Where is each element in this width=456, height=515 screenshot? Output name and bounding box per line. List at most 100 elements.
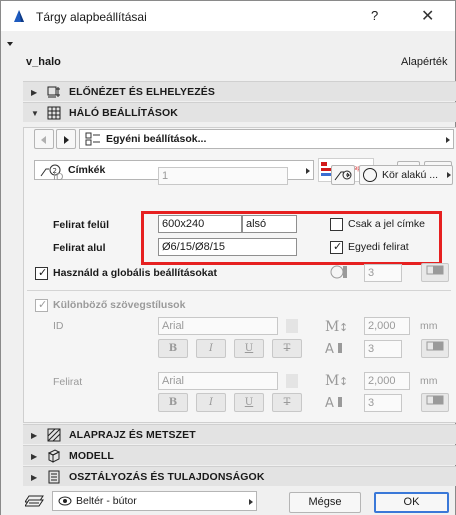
pin-icon[interactable] [7,42,13,46]
svg-text:M: M [325,373,339,388]
check-icon: ✓ [38,267,48,279]
leader-style-button[interactable] [331,165,355,185]
font-combo-label[interactable]: Arial [158,372,278,390]
section-net-label: HÁLÓ BEÁLLÍTÁSOK [69,107,178,119]
default-label: Alapérték [401,56,448,68]
bold-button[interactable]: B [158,339,188,358]
text-styles-checkbox[interactable]: ✓ [35,299,48,312]
expand-arrow-icon: ▶ [31,88,38,97]
labels-label: Címkék [68,164,106,176]
highlight-box [141,211,442,265]
background-button-id[interactable] [421,339,449,358]
preview-icon [47,86,60,98]
svg-text:↕: ↕ [339,375,348,388]
text-size-field-label[interactable]: 2,000 [364,372,410,390]
bold-button[interactable]: B [158,393,188,412]
right-arrow-icon [64,136,69,144]
font-combo-arrow[interactable] [286,374,298,388]
custom-settings-combo[interactable]: Egyéni beállítások... [79,129,454,149]
id-style-label: ID [53,320,64,332]
shape-combo[interactable]: Kör alakú ... [359,165,453,185]
text-pen-icon: A [325,396,342,410]
close-button[interactable]: ✕ [421,6,434,26]
section-classification-label: OSZTÁLYOZÁS ÉS TULAJDONSÁGOK [69,471,265,483]
section-classification[interactable]: ▶ OSZTÁLYOZÁS ÉS TULAJDONSÁGOK [23,466,456,486]
expand-arrow-icon: ▶ [31,473,38,482]
svg-text:A: A [325,342,334,356]
window-title: Tárgy alapbeállításai [36,10,147,24]
section-preview[interactable]: ▶ ELŐNÉZET ÉS ELHELYEZÉS [23,81,456,101]
font-combo-arrow[interactable] [286,319,298,333]
unit-label-id: mm [420,320,438,332]
text-size-icon: M ↕ [325,373,348,388]
shape-combo-label: Kör alakú ... [382,169,439,181]
settings-list-icon [85,132,100,146]
left-arrow-icon [41,136,46,144]
floor-plan-icon [47,428,61,442]
custom-settings-label: Egyéni beállítások... [106,133,207,145]
section-model[interactable]: ▶ MODELL [23,445,456,465]
strikethrough-button[interactable]: T [272,339,302,358]
text-pen-field-id[interactable]: 3 [364,340,402,358]
unit-label-label: mm [420,375,438,387]
text-size-field-id[interactable]: 2,000 [364,317,410,335]
pen-icon [330,265,347,279]
strikethrough-button[interactable]: T [272,393,302,412]
background-button-label[interactable] [421,393,449,412]
section-model-label: MODELL [69,450,114,462]
expand-arrow-icon: ▶ [31,452,38,461]
text-pen-field-label[interactable]: 3 [364,394,402,412]
bottom-label: Felirat alul [53,242,106,254]
help-button[interactable]: ? [371,8,378,23]
ok-button[interactable]: OK [374,492,449,513]
section-plan-label: ALAPRAJZ ÉS METSZET [69,429,196,441]
font-combo-id[interactable]: Arial [158,317,278,335]
expand-arrow-icon: ▶ [31,431,38,440]
leader-icon [334,170,352,181]
combo-arrow-icon [306,168,310,174]
global-settings-checkbox[interactable]: ✓ [35,267,48,280]
layer-icon [25,495,44,507]
text-pen-icon: A [325,342,342,356]
global-pen-field[interactable]: 3 [364,264,402,282]
prev-page-button[interactable] [34,129,54,149]
layer-combo[interactable]: Beltér - bútor [52,491,257,511]
eye-icon [58,496,72,506]
next-page-button[interactable] [56,129,76,149]
underline-button[interactable]: U [234,339,264,358]
net-settings-icon [47,106,61,120]
global-settings-label: Használd a globális beállításokat [53,267,217,279]
object-name: v_halo [26,56,61,68]
section-net[interactable]: ▼ HÁLÓ BEÁLLÍTÁSOK [23,102,456,122]
circle-shape-icon [363,168,377,182]
id-field[interactable]: 1 [158,167,288,185]
combo-arrow-icon [446,137,450,143]
dialog-footer: Beltér - bútor Mégse OK [1,489,455,515]
pattern-icon [426,395,444,405]
layer-combo-label: Beltér - bútor [76,495,137,507]
top-label: Felirat felül [53,219,110,231]
dialog-window: Tárgy alapbeállításai ? ✕ v_halo Alapért… [0,0,456,515]
svg-text:M: M [325,319,339,334]
classification-icon [48,470,60,484]
svg-text:↕: ↕ [339,321,348,334]
pattern-button[interactable] [421,263,449,282]
model-icon [47,449,61,463]
collapse-arrow-icon: ▼ [31,109,39,118]
section-plan[interactable]: ▶ ALAPRAJZ ÉS METSZET [23,424,456,444]
combo-arrow-icon [249,499,253,505]
pattern-icon [426,265,444,275]
italic-button[interactable]: I [196,393,226,412]
svg-text:A: A [325,396,334,410]
combo-arrow-icon [447,172,451,178]
underline-button[interactable]: U [234,393,264,412]
pattern-icon [426,341,444,351]
check-icon: ✓ [38,299,48,311]
cancel-button[interactable]: Mégse [289,492,361,513]
label-style-label: Felirat [53,376,83,388]
text-styles-title: Különböző szövegstílusok [53,299,186,311]
archicad-app-icon [14,10,24,22]
text-size-icon: M ↕ [325,319,348,334]
italic-button[interactable]: I [196,339,226,358]
title-bar: Tárgy alapbeállításai ? ✕ [1,1,455,31]
